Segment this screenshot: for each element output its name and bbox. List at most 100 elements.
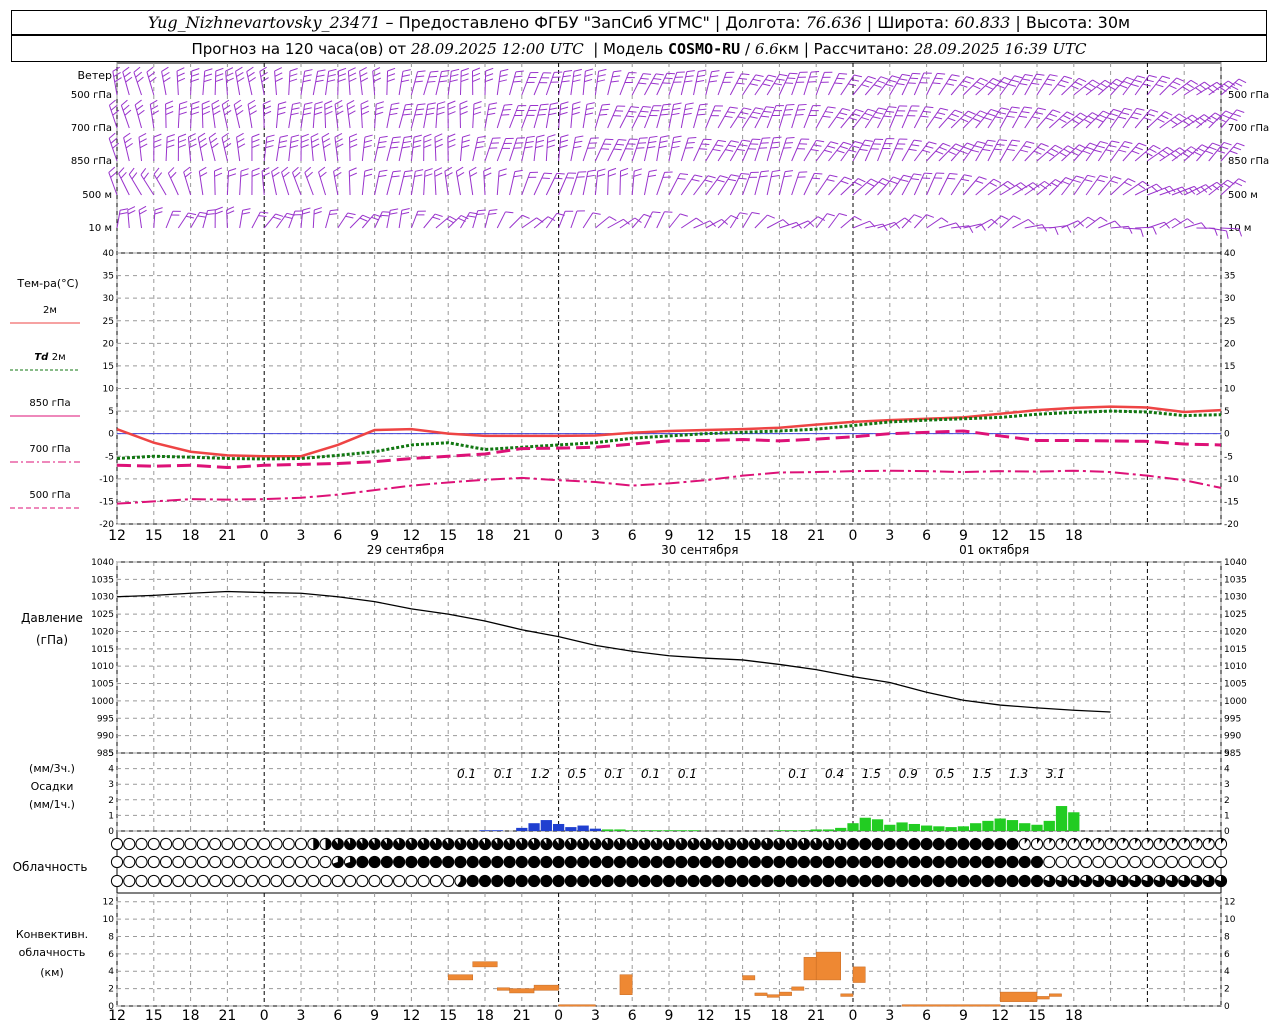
- wind-barb-feather: [375, 111, 384, 116]
- wind-barb-feather: [560, 139, 569, 143]
- wind-barb-feather: [318, 166, 326, 173]
- wind-barb-feather: [120, 208, 129, 211]
- cloud-fill: [405, 856, 417, 868]
- cloud-fill: [822, 875, 835, 887]
- x-hour-label: 9: [370, 1008, 379, 1024]
- cloud-fill: [540, 856, 552, 868]
- wind-barb: [803, 71, 812, 96]
- wind-barb: [717, 72, 727, 96]
- y-tick-label: 15: [1224, 362, 1235, 372]
- legend-entry: 500 гПа: [29, 490, 70, 501]
- cloud-fill: [491, 875, 503, 887]
- cloud-fill: [687, 875, 700, 887]
- wind-barb: [1073, 216, 1089, 229]
- wind-barb-feather: [626, 115, 635, 118]
- wind-barb: [570, 104, 574, 129]
- wind-barb-feather: [302, 79, 311, 83]
- wind-barb: [545, 213, 558, 229]
- wind-barb: [310, 137, 314, 162]
- wind-barb-feather: [359, 66, 367, 72]
- cloud-fill: [1006, 856, 1019, 868]
- wind-barb: [483, 171, 486, 196]
- wind-barb-feather: [1011, 139, 1021, 142]
- wind-barb-feather: [302, 207, 311, 211]
- cloud-fill: [945, 838, 957, 850]
- wind-barb-feather: [673, 135, 682, 138]
- wind-barb-feather: [1236, 142, 1245, 147]
- wind-barb-feather: [225, 67, 234, 72]
- wind-barb-feather: [120, 171, 127, 179]
- y-tick-label: 5: [1224, 749, 1230, 759]
- wind-barb-feather: [932, 82, 941, 85]
- wind-barb-feather: [1135, 146, 1144, 151]
- wind-barb-feather: [391, 141, 400, 144]
- wind-barb-feather: [191, 111, 200, 116]
- cloud-circle: [1104, 855, 1117, 869]
- wind-barb: [447, 215, 462, 229]
- wind-barb-feather: [338, 67, 347, 72]
- wind-barb-feather: [608, 167, 617, 172]
- cloud-circle: [307, 855, 320, 869]
- wind-barb: [754, 171, 762, 196]
- cloud-circle: [319, 855, 332, 869]
- y-tick-label: 12: [103, 898, 114, 908]
- header-text: Прогноз на 120 часа(ов) от: [191, 39, 411, 58]
- cloud-circle: [1043, 855, 1056, 869]
- wind-barb-feather: [240, 173, 249, 177]
- wind-barb: [926, 217, 942, 229]
- wind-barb-feather: [316, 74, 325, 78]
- x-hour-label: 0: [554, 1008, 563, 1024]
- precip-axis-title: (мм/1ч.): [29, 798, 75, 811]
- wind-barb-feather: [364, 168, 373, 172]
- x-hour-label: 9: [370, 528, 379, 544]
- wind-barb-feather: [434, 213, 443, 217]
- y-tick-label: -15: [99, 497, 114, 507]
- convective-box: [999, 991, 1038, 1002]
- cloud-fill: [994, 856, 1006, 868]
- wind-barb-feather: [925, 145, 934, 149]
- wind-barb-feather: [1178, 113, 1187, 119]
- wind-barb: [1110, 178, 1129, 196]
- x-hour-label: 12: [402, 1008, 420, 1024]
- cloud-circle: [442, 874, 455, 888]
- wind-barb-feather: [505, 211, 514, 214]
- wind-barb-feather: [547, 139, 556, 143]
- wind-barb-feather: [284, 216, 293, 219]
- wind-barb: [300, 104, 306, 129]
- wind-barb: [459, 70, 462, 96]
- wind-barb-feather: [730, 174, 739, 177]
- wind-barb-feather: [413, 139, 422, 143]
- x-hour-label: 15: [1028, 1008, 1046, 1024]
- convective-box: [754, 992, 768, 996]
- cloud-fill: [724, 856, 736, 868]
- wind-barb-feather: [672, 107, 681, 111]
- wind-barb: [656, 172, 666, 196]
- wind-barb: [778, 104, 787, 129]
- wind-barb: [275, 104, 280, 129]
- cloud-circle: [172, 837, 185, 851]
- convective-box: [497, 987, 510, 991]
- wind-barb-feather: [329, 213, 338, 215]
- wind-barb-feather: [1172, 81, 1181, 86]
- wind-barb-feather: [941, 217, 949, 223]
- wind-barb-feather: [179, 101, 188, 105]
- wind-barb-feather: [1028, 184, 1036, 191]
- wind-barb-feather: [387, 78, 395, 83]
- wind-barb-feather: [597, 168, 606, 172]
- x-hour-label: 18: [1065, 528, 1083, 544]
- wind-barb-feather: [711, 70, 720, 73]
- y-tick-label: 3: [108, 780, 114, 790]
- cloud-fill: [994, 875, 1006, 887]
- wind-barb-feather: [684, 107, 693, 111]
- wind-barb: [236, 137, 241, 162]
- wind-barb: [999, 106, 1013, 129]
- wind-barb-feather: [573, 74, 582, 77]
- legend-entry: 700 гПа: [29, 444, 70, 455]
- cloud-circle: [282, 874, 295, 888]
- wind-barb: [434, 137, 437, 162]
- cloud-circle: [147, 855, 160, 869]
- wind-barb: [570, 71, 575, 96]
- wind-barb-feather: [188, 138, 197, 143]
- cloud-circle: [1165, 855, 1179, 869]
- wind-barb-feather: [740, 111, 749, 115]
